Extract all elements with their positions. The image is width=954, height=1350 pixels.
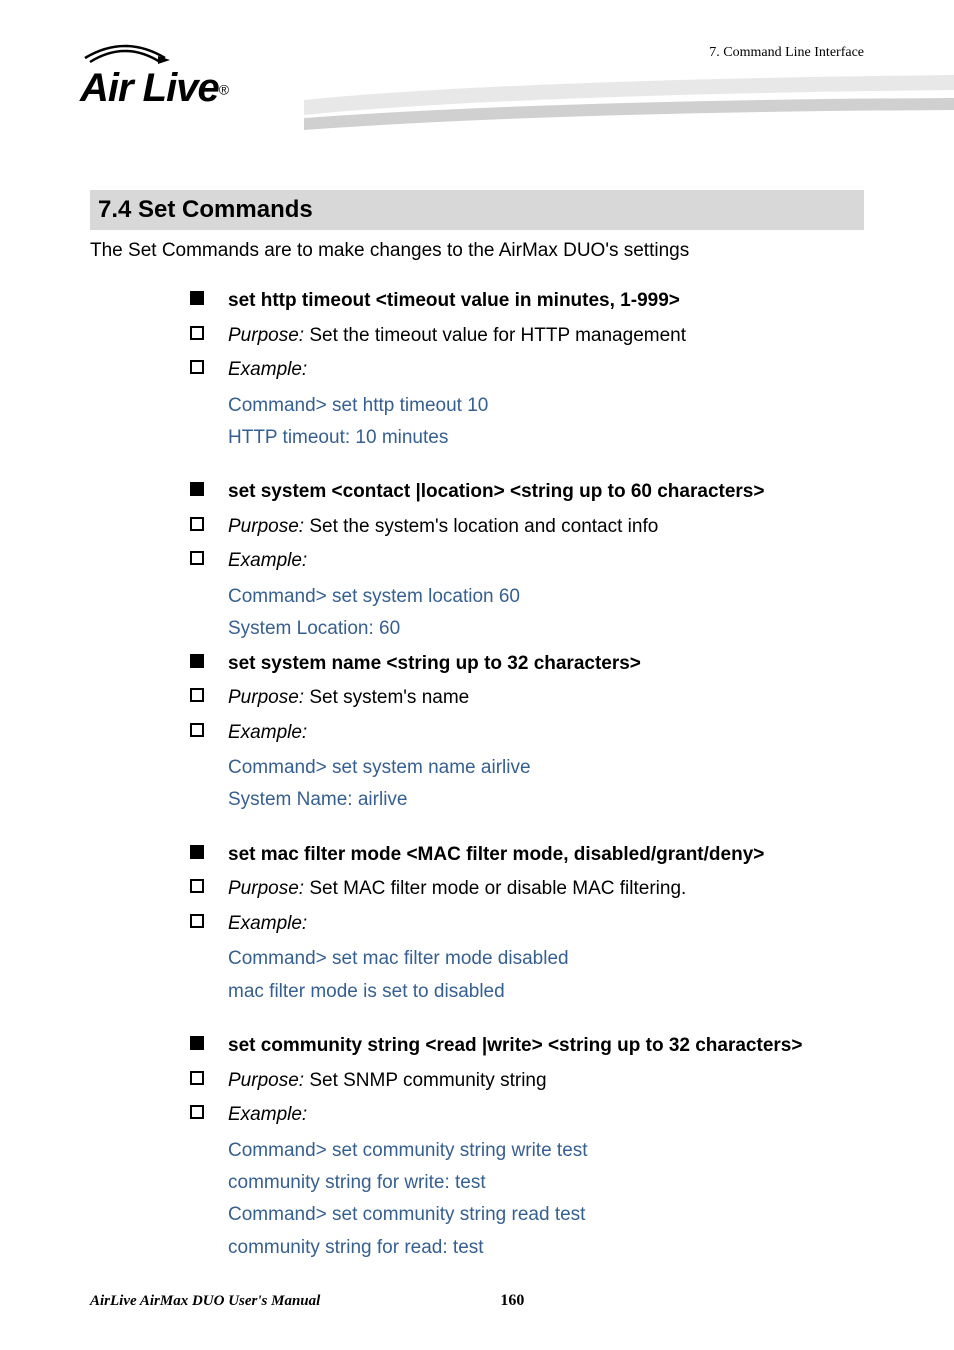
example-line: HTTP timeout: 10 minutes bbox=[228, 423, 864, 453]
example-label: Example: bbox=[228, 910, 307, 939]
purpose-text: Set the system's location and contact in… bbox=[309, 516, 658, 537]
open-square-icon bbox=[190, 688, 204, 702]
example-line: Command> set system location 60 bbox=[228, 582, 864, 612]
example-line: Command> set community string read test bbox=[228, 1200, 864, 1230]
brand-logo: Air Live® bbox=[80, 40, 229, 111]
purpose-text: Set MAC filter mode or disable MAC filte… bbox=[309, 878, 686, 899]
open-square-icon bbox=[190, 360, 204, 374]
example-line: Command> set system name airlive bbox=[228, 753, 864, 783]
purpose-text: Set system's name bbox=[309, 687, 469, 708]
intro-text: The Set Commands are to make changes to … bbox=[90, 240, 864, 262]
command-block: set system name <string up to 32 charact… bbox=[190, 650, 864, 816]
purpose-text: Set SNMP community string bbox=[309, 1070, 546, 1091]
purpose-text: Set the timeout value for HTTP managemen… bbox=[309, 325, 686, 346]
purpose-label: Purpose: bbox=[228, 878, 309, 899]
example-line: Command> set community string write test bbox=[228, 1136, 864, 1166]
example-line: System Location: 60 bbox=[228, 614, 864, 644]
command-block: set system <contact |location> <string u… bbox=[190, 478, 864, 644]
section-heading: 7.4 Set Commands bbox=[90, 190, 864, 230]
example-line: System Name: airlive bbox=[228, 785, 864, 815]
open-square-icon bbox=[190, 879, 204, 893]
command-block: set http timeout <timeout value in minut… bbox=[190, 287, 864, 453]
filled-square-icon bbox=[190, 482, 204, 496]
logo-arc-icon bbox=[80, 40, 170, 66]
command-title: set community string <read |write> <stri… bbox=[228, 1032, 802, 1061]
filled-square-icon bbox=[190, 654, 204, 668]
command-purpose: Purpose: Set system's name bbox=[228, 684, 469, 713]
open-square-icon bbox=[190, 914, 204, 928]
example-line: community string for read: test bbox=[228, 1233, 864, 1263]
filled-square-icon bbox=[190, 291, 204, 305]
page-footer: AirLive AirMax DUO User's Manual 160 bbox=[90, 1292, 864, 1310]
header-swoosh-icon bbox=[304, 70, 954, 150]
example-label: Example: bbox=[228, 719, 307, 748]
purpose-label: Purpose: bbox=[228, 325, 309, 346]
command-title: set http timeout <timeout value in minut… bbox=[228, 287, 680, 316]
command-purpose: Purpose: Set the timeout value for HTTP … bbox=[228, 322, 686, 351]
open-square-icon bbox=[190, 1071, 204, 1085]
example-label: Example: bbox=[228, 356, 307, 385]
page-content: 7.4 Set Commands The Set Commands are to… bbox=[0, 190, 954, 1263]
open-square-icon bbox=[190, 1105, 204, 1119]
footer-manual-title: AirLive AirMax DUO User's Manual bbox=[90, 1293, 320, 1310]
example-line: Command> set mac filter mode disabled bbox=[228, 944, 864, 974]
chapter-label: 7. Command Line Interface bbox=[709, 45, 864, 61]
command-purpose: Purpose: Set the system's location and c… bbox=[228, 513, 658, 542]
command-title: set system name <string up to 32 charact… bbox=[228, 650, 641, 679]
command-purpose: Purpose: Set MAC filter mode or disable … bbox=[228, 875, 686, 904]
filled-square-icon bbox=[190, 1036, 204, 1050]
filled-square-icon bbox=[190, 845, 204, 859]
example-line: Command> set http timeout 10 bbox=[228, 391, 864, 421]
command-title: set system <contact |location> <string u… bbox=[228, 478, 764, 507]
purpose-label: Purpose: bbox=[228, 516, 309, 537]
open-square-icon bbox=[190, 551, 204, 565]
example-label: Example: bbox=[228, 1101, 307, 1130]
open-square-icon bbox=[190, 326, 204, 340]
command-purpose: Purpose: Set SNMP community string bbox=[228, 1067, 547, 1096]
example-line: mac filter mode is set to disabled bbox=[228, 977, 864, 1007]
purpose-label: Purpose: bbox=[228, 1070, 309, 1091]
command-block: set mac filter mode <MAC filter mode, di… bbox=[190, 841, 864, 1007]
command-block: set community string <read |write> <stri… bbox=[190, 1032, 864, 1263]
open-square-icon bbox=[190, 723, 204, 737]
command-title: set mac filter mode <MAC filter mode, di… bbox=[228, 841, 764, 870]
open-square-icon bbox=[190, 517, 204, 531]
example-line: community string for write: test bbox=[228, 1168, 864, 1198]
logo-text: Air Live bbox=[80, 66, 219, 110]
purpose-label: Purpose: bbox=[228, 687, 309, 708]
logo-registered-icon: ® bbox=[219, 82, 229, 98]
footer-page-number: 160 bbox=[500, 1292, 524, 1310]
example-label: Example: bbox=[228, 547, 307, 576]
